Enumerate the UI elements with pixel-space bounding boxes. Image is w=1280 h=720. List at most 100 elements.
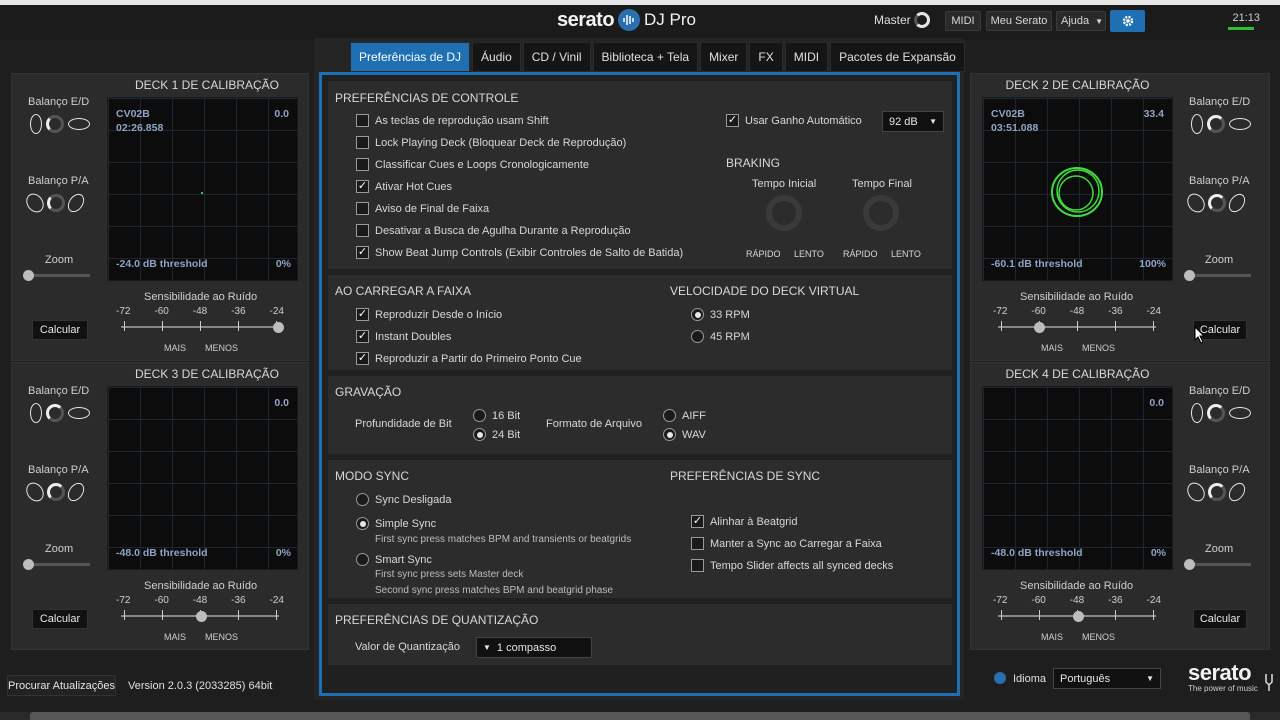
tab-expansion-packs[interactable]: Pacotes de Expansão (830, 42, 965, 72)
zoom-slider[interactable] (1189, 563, 1251, 566)
balance-pa-control[interactable] (1183, 479, 1249, 505)
balance-pa-control[interactable] (22, 479, 88, 505)
brake-start-fast: RÁPIDO (746, 249, 781, 259)
checkbox-disable-needle-search[interactable]: Desativar a Busca de Agulha Durante a Re… (356, 224, 631, 237)
radio-simple-sync[interactable]: Simple Sync (356, 517, 436, 530)
tab-midi[interactable]: MIDI (784, 42, 829, 72)
noise-thumb[interactable] (1073, 611, 1084, 622)
master-volume-knob-icon[interactable] (914, 12, 930, 28)
checkbox-box[interactable]: ✓ (356, 308, 369, 321)
balance-lr-control[interactable] (1191, 114, 1251, 134)
checkbox-tempo-slider-all[interactable]: Tempo Slider affects all synced decks (691, 559, 893, 572)
radio-circle[interactable] (473, 409, 486, 422)
checkbox-box[interactable]: ✓ (356, 330, 369, 343)
bit-depth-label: Profundidade de Bit (355, 418, 452, 430)
radio-circle[interactable] (356, 493, 369, 506)
checkbox-lock-playing-deck[interactable]: Lock Playing Deck (Bloquear Deck de Repr… (356, 136, 626, 149)
balance-right-icon (1229, 407, 1251, 419)
zoom-slider-thumb[interactable] (23, 270, 34, 281)
balance-pa-control[interactable] (1183, 190, 1249, 216)
radio-16-bit[interactable]: 16 Bit (473, 409, 520, 422)
midi-button[interactable]: MIDI (945, 11, 981, 31)
tab-library-display[interactable]: Biblioteca + Tela (592, 42, 699, 72)
radio-circle[interactable] (473, 428, 486, 441)
language-select[interactable]: Português ▼ (1053, 668, 1161, 689)
checkbox-enable-hot-cues[interactable]: ✓ Ativar Hot Cues (356, 180, 452, 193)
calculate-button[interactable]: Calcular (32, 320, 88, 340)
brake-end-knob[interactable] (863, 195, 899, 231)
noise-track (116, 319, 284, 335)
radio-circle[interactable] (356, 517, 369, 530)
radio-circle[interactable] (663, 428, 676, 441)
radio-circle[interactable] (691, 308, 704, 321)
checkbox-box[interactable] (356, 136, 369, 149)
noise-slider[interactable]: -72 -60 -48 -36 -24 (116, 306, 284, 335)
settings-button[interactable] (1110, 10, 1145, 32)
noise-slider[interactable]: -72 -60 -48 -36 -24 (993, 595, 1161, 624)
radio-45-rpm[interactable]: 45 RPM (691, 330, 750, 343)
balance-knob-icon (47, 483, 65, 501)
radio-circle[interactable] (663, 409, 676, 422)
checkbox-align-beatgrid[interactable]: ✓ Alinhar à Beatgrid (691, 515, 797, 528)
checkbox-play-from-first-cue[interactable]: ✓ Reproduzir a Partir do Primeiro Ponto C… (356, 352, 582, 365)
checkbox-keep-sync-on-load[interactable]: Manter a Sync ao Carregar a Faixa (691, 537, 882, 550)
radio-24-bit[interactable]: 24 Bit (473, 428, 520, 441)
noise-thumb[interactable] (196, 611, 207, 622)
check-updates-button[interactable]: Procurar Atualizações (7, 675, 116, 696)
checkbox-box[interactable] (356, 158, 369, 171)
radio-33-rpm[interactable]: 33 RPM (691, 308, 750, 321)
noise-thumb[interactable] (273, 322, 284, 333)
checkbox-box[interactable]: ✓ (356, 180, 369, 193)
balance-lr-control[interactable] (30, 403, 90, 423)
brake-start-knob[interactable] (766, 195, 802, 231)
radio-sync-off[interactable]: Sync Desligada (356, 493, 451, 506)
checkbox-box[interactable]: ✓ (356, 246, 369, 259)
auto-gain-select[interactable]: 92 dB ▼ (882, 111, 944, 132)
balance-lr-control[interactable] (1191, 403, 1251, 423)
radio-aiff[interactable]: AIFF (663, 409, 706, 422)
checkbox-auto-gain[interactable]: ✓ Usar Ganho Automático (726, 114, 862, 127)
zoom-slider[interactable] (28, 563, 90, 566)
checkbox-beat-jump-controls[interactable]: ✓ Show Beat Jump Controls (Exibir Control… (356, 246, 683, 259)
tab-cd-vinyl[interactable]: CD / Vinil (522, 42, 591, 72)
radio-wav[interactable]: WAV (663, 428, 706, 441)
checkbox-box[interactable] (356, 114, 369, 127)
checkbox-box[interactable]: ✓ (356, 352, 369, 365)
balance-knob-icon (1207, 404, 1225, 422)
zoom-slider-thumb[interactable] (23, 559, 34, 570)
calculate-button[interactable]: Calcular (32, 609, 88, 629)
noise-slider[interactable]: -72 -60 -48 -36 -24 (116, 595, 284, 624)
checkbox-end-of-track-warning[interactable]: Aviso de Final de Faixa (356, 202, 489, 215)
noise-thumb[interactable] (1034, 322, 1045, 333)
noise-slider[interactable]: -72 -60 -48 -36 -24 (993, 306, 1161, 335)
checkbox-shift-play-keys[interactable]: As teclas de reprodução usam Shift (356, 114, 549, 127)
radio-circle[interactable] (356, 553, 369, 566)
help-dropdown[interactable]: Ajuda ▼ (1056, 11, 1106, 31)
checkbox-box[interactable] (691, 559, 704, 572)
calibration-scope: CV02B 02:26.858 0.0 -24.0 dB threshold 0… (107, 97, 298, 281)
checkbox-play-from-start[interactable]: ✓ Reproduzir Desde o Início (356, 308, 502, 321)
radio-smart-sync[interactable]: Smart Sync (356, 553, 432, 566)
zoom-slider[interactable] (1189, 274, 1251, 277)
zoom-slider[interactable] (28, 274, 90, 277)
balance-pa-control[interactable] (22, 190, 88, 216)
calculate-button[interactable]: Calcular (1193, 609, 1247, 629)
zoom-slider-thumb[interactable] (1184, 270, 1195, 281)
tab-dj-preferences[interactable]: Preferências de DJ (350, 42, 471, 72)
checkbox-box[interactable] (691, 537, 704, 550)
balance-lr-control[interactable] (30, 114, 90, 134)
tab-mixer[interactable]: Mixer (700, 42, 748, 72)
checkbox-box[interactable]: ✓ (691, 515, 704, 528)
quantize-select[interactable]: ▼ 1 compasso (476, 637, 592, 658)
radio-circle[interactable] (691, 330, 704, 343)
tab-fx[interactable]: FX (749, 42, 783, 72)
file-format-label: Formato de Arquivo (546, 418, 642, 430)
my-serato-button[interactable]: Meu Serato (986, 11, 1052, 31)
checkbox-box[interactable]: ✓ (726, 114, 739, 127)
checkbox-box[interactable] (356, 202, 369, 215)
tab-audio[interactable]: Áudio (472, 42, 521, 72)
checkbox-box[interactable] (356, 224, 369, 237)
zoom-slider-thumb[interactable] (1184, 559, 1195, 570)
checkbox-sort-cues[interactable]: Classificar Cues e Loops Cronologicament… (356, 158, 589, 171)
checkbox-instant-doubles[interactable]: ✓ Instant Doubles (356, 330, 451, 343)
